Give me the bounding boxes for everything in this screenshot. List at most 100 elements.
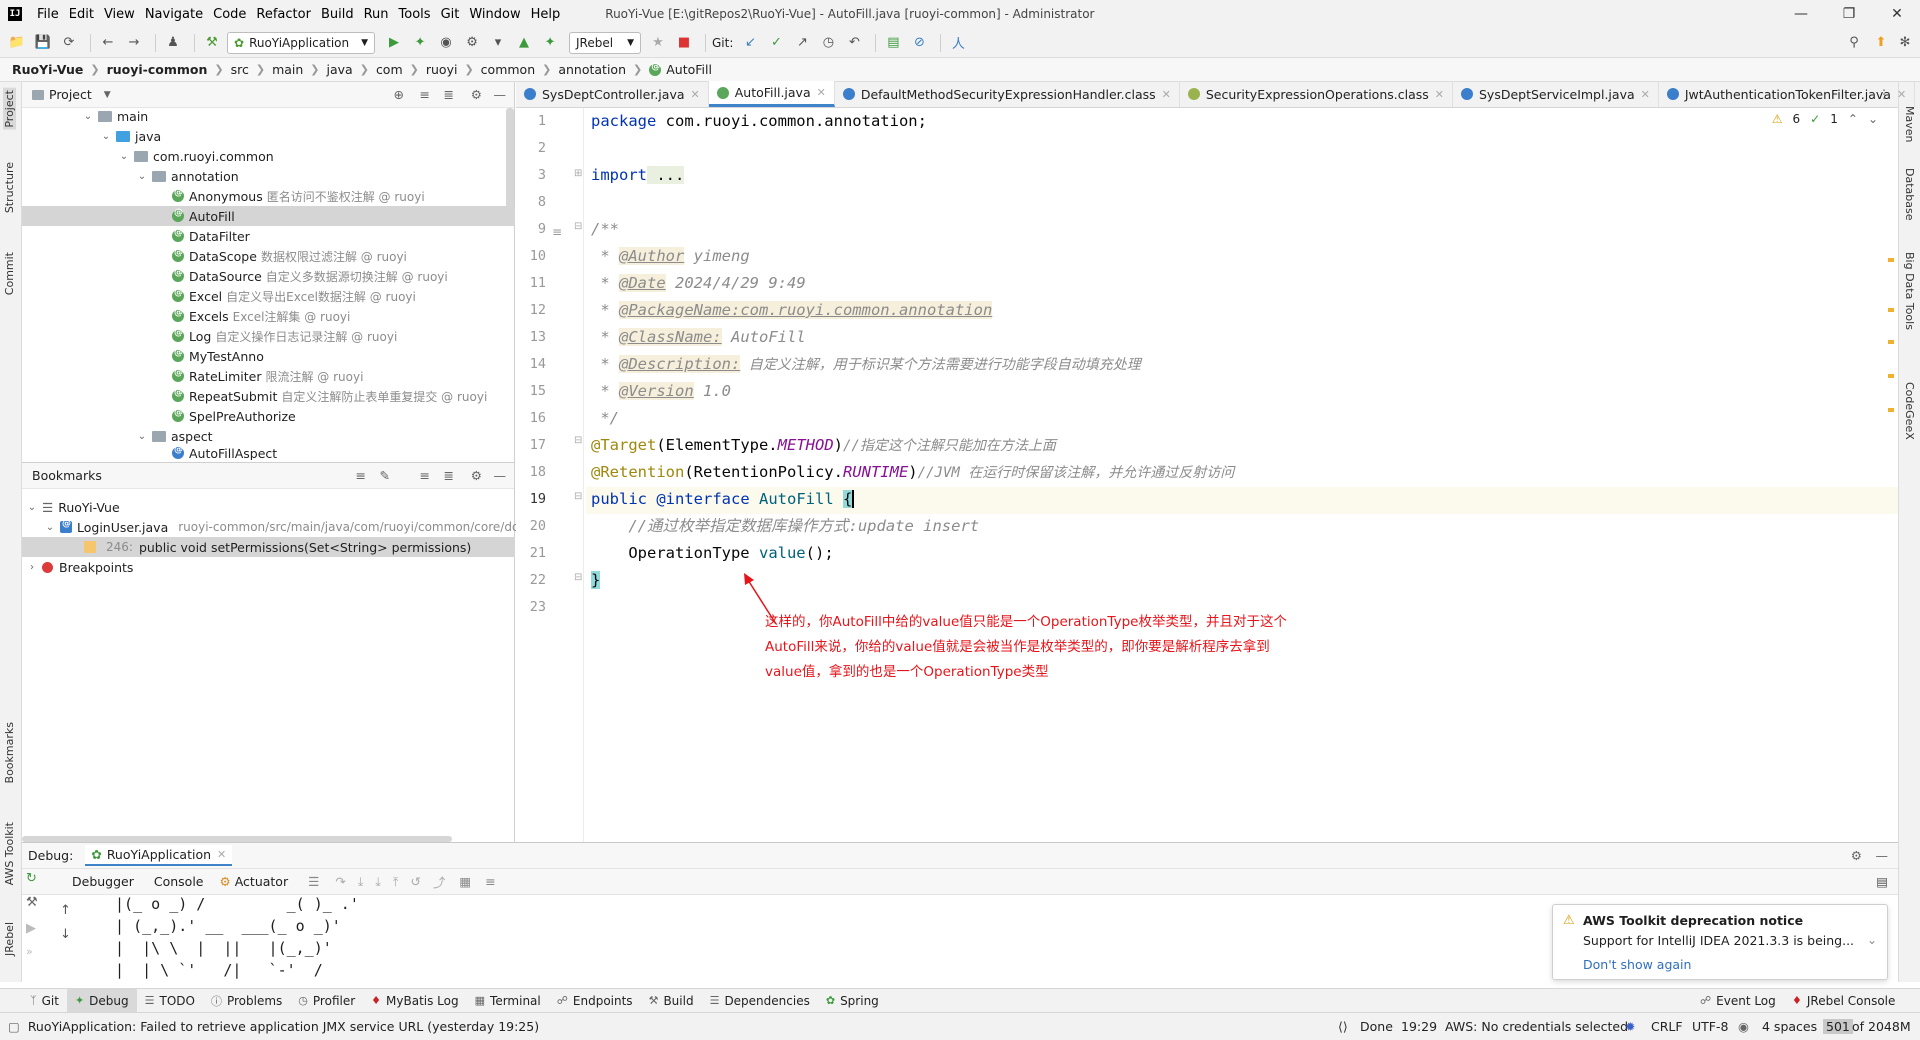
edit-icon[interactable]: ✎ bbox=[380, 468, 390, 483]
tree-item[interactable]: Log自定义操作日志记录注解 @ ruoyi bbox=[172, 326, 397, 346]
fold-icon[interactable]: ⊟ bbox=[574, 221, 582, 232]
expand-all-icon[interactable]: ≡ bbox=[420, 468, 430, 483]
forward-icon[interactable]: → bbox=[123, 32, 145, 54]
status-toggle-icon[interactable]: ▢ bbox=[8, 1019, 20, 1034]
tree-item[interactable]: DataFilter bbox=[172, 226, 250, 246]
tree-item[interactable]: DataScope数据权限过滤注解 @ ruoyi bbox=[172, 246, 407, 266]
chevron-down-icon[interactable]: ⌄ bbox=[1868, 112, 1878, 126]
breadcrumb-item[interactable]: RuoYi-Vue bbox=[12, 62, 83, 77]
dont-show-again-link[interactable]: Don't show again bbox=[1583, 957, 1691, 972]
close-tab-icon[interactable]: ✕ bbox=[817, 86, 826, 99]
status-encoding[interactable]: UTF-8 bbox=[1692, 1019, 1728, 1034]
editor-tab[interactable]: SecurityExpressionOperations.class ✕ bbox=[1180, 81, 1453, 107]
menu-git[interactable]: Git bbox=[436, 7, 465, 22]
tree-item[interactable]: ⌄ aspect bbox=[136, 426, 213, 446]
update-icon[interactable]: ⬆ bbox=[1870, 32, 1892, 54]
wrench-icon[interactable]: ⚒ bbox=[26, 895, 38, 910]
gear-icon[interactable]: ⚙ bbox=[471, 87, 482, 102]
tool-git[interactable]: ᛉ Git bbox=[0, 989, 67, 1013]
step-over-icon[interactable]: ↷ bbox=[335, 874, 345, 889]
tab-actuator[interactable]: Actuator bbox=[231, 874, 298, 889]
tool-jrebel-console[interactable]: ♦ JRebel Console bbox=[1784, 989, 1903, 1013]
status-memory-total[interactable]: of 2048M bbox=[1852, 1019, 1911, 1034]
git-commit-icon[interactable]: ✓ bbox=[765, 32, 787, 54]
tool-spring[interactable]: ✿ Spring bbox=[818, 989, 887, 1013]
step-into-icon[interactable]: ⤓ bbox=[358, 874, 364, 890]
editor-tab-active[interactable]: AutoFill.java ✕ bbox=[708, 81, 835, 107]
search-icon[interactable]: ⚲ bbox=[1843, 32, 1865, 54]
menu-build[interactable]: Build bbox=[316, 7, 359, 22]
breadcrumb-item[interactable]: AutoFill bbox=[666, 62, 712, 77]
editor-tab[interactable]: JwtAuthenticationTokenFilter.java ✕ bbox=[1659, 81, 1916, 107]
run-icon[interactable]: ▶ bbox=[383, 32, 405, 54]
stop-icon[interactable]: ■ bbox=[673, 32, 695, 54]
breadcrumb-item[interactable]: java bbox=[327, 62, 353, 77]
tool-tab-project[interactable]: Project bbox=[3, 88, 16, 130]
user-icon[interactable]: ♟ bbox=[162, 32, 184, 54]
tree-item[interactable]: ⌄ annotation bbox=[136, 166, 239, 186]
tool-tab-bookmarks[interactable]: Bookmarks bbox=[3, 722, 16, 783]
status-aws[interactable]: AWS: No credentials selected bbox=[1445, 1019, 1628, 1034]
hammer-icon[interactable]: ⚒ bbox=[201, 32, 223, 54]
doc-toggle-icon[interactable]: ≡ bbox=[552, 225, 562, 239]
tab-menu-icon[interactable]: ⋮ bbox=[1878, 87, 1890, 101]
resume-icon[interactable]: ▶ bbox=[26, 921, 36, 936]
menu-run[interactable]: Run bbox=[359, 7, 394, 22]
trace-icon[interactable]: ≡ bbox=[485, 874, 495, 889]
tree-item[interactable]: ⌄ java bbox=[100, 126, 161, 146]
git-rollback-icon[interactable]: ↶ bbox=[843, 32, 865, 54]
close-tab-icon[interactable]: ✕ bbox=[1162, 88, 1171, 101]
tool-tab-big-data-tools[interactable]: Big Data Tools bbox=[1903, 252, 1916, 330]
more-icon[interactable]: » bbox=[26, 945, 33, 958]
menu-file[interactable]: File bbox=[32, 7, 64, 22]
breadcrumb-item[interactable]: ruoyi bbox=[426, 62, 458, 77]
folded-imports[interactable]: ... bbox=[647, 166, 685, 184]
editor-tab[interactable]: DefaultMethodSecurityExpressionHandler.c… bbox=[835, 81, 1180, 107]
sync-icon[interactable]: ⟳ bbox=[58, 32, 80, 54]
chevron-up-icon[interactable]: ⌃ bbox=[1848, 112, 1858, 126]
minimize-icon[interactable]: — bbox=[1778, 0, 1824, 28]
tree-item[interactable]: Anonymous匿名访问不鉴权注解 @ ruoyi bbox=[172, 186, 425, 206]
drop-frame-icon[interactable]: ↺ bbox=[410, 874, 420, 889]
tree-item[interactable]: DataSource自定义多数据源切换注解 @ ruoyi bbox=[172, 266, 448, 286]
coverage-icon[interactable]: ◉ bbox=[435, 32, 457, 54]
git-history-icon[interactable]: ◷ bbox=[817, 32, 839, 54]
close-tab-icon[interactable]: ✕ bbox=[1435, 88, 1444, 101]
fold-icon[interactable]: ⊟ bbox=[574, 435, 582, 446]
tree-item[interactable]: SpelPreAuthorize bbox=[172, 406, 296, 426]
more-run-icon[interactable]: ▾ bbox=[487, 32, 509, 54]
collapse-all-icon[interactable]: ≣ bbox=[444, 87, 454, 102]
hotswap-icon[interactable]: ★ bbox=[647, 32, 669, 54]
maximize-icon[interactable]: ❐ bbox=[1826, 0, 1872, 28]
breadcrumb-item[interactable]: ruoyi-common bbox=[107, 62, 208, 77]
run-to-cursor-icon[interactable]: ⤴ bbox=[433, 872, 446, 891]
bookmark-root[interactable]: ⌄ ☰ RuoYi-Vue bbox=[26, 497, 120, 517]
editor-tab[interactable]: SysDeptController.java ✕ bbox=[516, 81, 709, 107]
tool-terminal[interactable]: ▦ Terminal bbox=[467, 989, 549, 1013]
ide-logo-icon[interactable]: ✻ bbox=[1894, 32, 1916, 54]
close-tab-icon[interactable]: ✕ bbox=[1897, 88, 1906, 101]
hide-icon[interactable]: — bbox=[494, 87, 507, 102]
tree-item[interactable]: Excel自定义导出Excel数据注解 @ ruoyi bbox=[172, 286, 416, 306]
hide-icon[interactable]: — bbox=[1876, 848, 1889, 863]
tool-tab-commit[interactable]: Commit bbox=[3, 252, 16, 295]
breadcrumb-item[interactable]: src bbox=[231, 62, 249, 77]
warning-marker[interactable] bbox=[1888, 258, 1894, 262]
close-icon[interactable]: ✕ bbox=[1874, 0, 1920, 28]
editor-tab[interactable]: SysDeptServiceImpl.java ✕ bbox=[1453, 81, 1659, 107]
menu-help[interactable]: Help bbox=[526, 7, 566, 22]
tool-tab-maven[interactable]: Maven bbox=[1903, 106, 1916, 142]
step-out-icon[interactable]: ⤒ bbox=[393, 874, 399, 890]
tree-item[interactable]: ⌄ main bbox=[82, 106, 148, 126]
jrebel-select[interactable]: JRebel ▼ bbox=[569, 31, 641, 54]
status-line-separator[interactable]: CRLF bbox=[1651, 1019, 1683, 1034]
warning-marker[interactable] bbox=[1888, 340, 1894, 344]
tool-todo[interactable]: ☰ TODO bbox=[137, 989, 203, 1013]
tree-item[interactable]: ExcelsExcel注解集 @ ruoyi bbox=[172, 306, 350, 326]
project-panel-title[interactable]: Project bbox=[49, 87, 92, 102]
gear-icon[interactable]: ⚙ bbox=[471, 468, 482, 483]
tool-build[interactable]: ⚒ Build bbox=[641, 989, 702, 1013]
tool-dependencies[interactable]: ☰ Dependencies bbox=[702, 989, 818, 1013]
status-memory-used[interactable]: 501 bbox=[1823, 1019, 1853, 1034]
bookmark-file[interactable]: ⌄ LoginUser.java ruoyi-common/src/main/jav… bbox=[44, 517, 520, 537]
